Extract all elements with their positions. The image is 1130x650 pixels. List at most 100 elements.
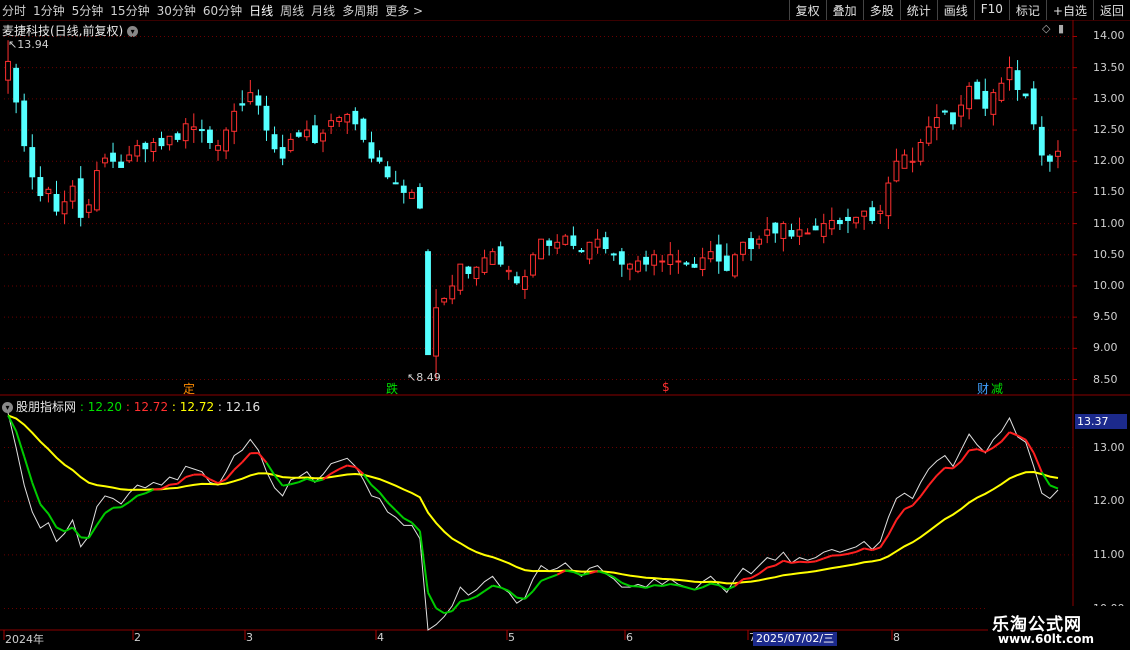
candle-body xyxy=(433,307,440,357)
candle-body xyxy=(215,145,221,151)
indicator-fast-segment xyxy=(992,440,1003,449)
candle-body xyxy=(449,285,456,300)
indicator-fast-segment xyxy=(710,582,719,587)
indicator-fast-segment xyxy=(540,576,550,582)
event-marker[interactable]: 跌 xyxy=(386,380,398,397)
indicator-value-0: : 12.20 xyxy=(76,400,123,414)
indicator-title[interactable]: ▾ 股朋指标网 : 12.20 : 12.72 : 12.72 : 12.16 xyxy=(2,398,260,415)
candle-body xyxy=(950,112,956,125)
candle-body xyxy=(562,235,569,245)
period-tab-1[interactable]: 1分钟 xyxy=(33,2,65,19)
diamond-icon[interactable]: ◇ xyxy=(1042,22,1050,35)
action-button-8[interactable]: 返回 xyxy=(1092,0,1130,20)
indicator-fast-segment xyxy=(670,583,679,587)
candle-body xyxy=(836,220,843,225)
candle-body xyxy=(723,255,730,271)
event-marker[interactable]: 减 xyxy=(991,380,1003,397)
candle-body xyxy=(804,232,811,235)
indicator-fast-segment xyxy=(524,590,534,600)
indicator-fast-segment xyxy=(895,508,906,521)
candle-body xyxy=(295,132,302,137)
indicator-fast-segment xyxy=(823,554,833,560)
period-tab-2[interactable]: 5分钟 xyxy=(72,2,104,19)
action-button-3[interactable]: 统计 xyxy=(899,0,937,20)
candle-body xyxy=(231,110,238,132)
indicator-fast-segment xyxy=(144,488,154,495)
candle-body xyxy=(643,256,649,265)
period-tab-5[interactable]: 60分钟 xyxy=(203,2,242,19)
indicator-fast-segment xyxy=(678,584,687,589)
indicator-fast-segment xyxy=(71,526,82,539)
indicator-fast-segment xyxy=(290,481,300,486)
action-button-1[interactable]: 叠加 xyxy=(825,0,863,20)
indicator-fast-segment xyxy=(783,559,792,564)
candle-body xyxy=(602,237,609,250)
action-button-2[interactable]: 多股 xyxy=(862,0,900,20)
time-tick-label: 3 xyxy=(246,631,253,644)
candle-body xyxy=(102,157,108,164)
candle-body xyxy=(279,147,286,159)
indicator-fast-segment xyxy=(952,460,962,470)
indicator-fast-segment xyxy=(613,576,623,584)
candle-body xyxy=(554,241,561,249)
indicator-fast-segment xyxy=(960,449,970,462)
indicator-fast-segment xyxy=(911,495,922,507)
indicator-fast-segment xyxy=(968,448,978,452)
period-tab-8[interactable]: 月线 xyxy=(311,2,335,19)
candle-body xyxy=(174,133,181,140)
candle-body xyxy=(715,244,722,262)
indicator-fast-segment xyxy=(887,519,898,536)
candle-body xyxy=(21,100,28,147)
action-button-0[interactable]: 复权 xyxy=(788,0,826,20)
action-button-5[interactable]: F10 xyxy=(973,0,1009,20)
indicator-fast-segment xyxy=(847,550,857,555)
candle-mode-icon[interactable]: ▮ xyxy=(1058,22,1064,35)
candle-body xyxy=(546,240,553,246)
indicator-fast-segment xyxy=(936,467,946,477)
candle-body xyxy=(158,137,165,147)
event-marker[interactable]: 定 xyxy=(183,380,195,397)
stock-title[interactable]: 麦捷科技(日线,前复权) ▾ xyxy=(2,22,139,39)
price-tick-label: 9.50 xyxy=(1093,310,1118,324)
action-button-4[interactable]: 画线 xyxy=(936,0,974,20)
candle-body xyxy=(1046,155,1053,162)
watermark: 乐淘公式网 www.60lt.com xyxy=(988,606,1130,650)
indicator-fast-segment xyxy=(169,482,178,486)
action-button-7[interactable]: +自选 xyxy=(1045,0,1093,20)
candle-body xyxy=(869,207,876,221)
period-tab-3[interactable]: 15分钟 xyxy=(110,2,149,19)
indicator-fast-segment xyxy=(47,513,58,528)
indicator-fast-segment xyxy=(322,472,332,481)
indicator-fast-segment xyxy=(565,569,574,573)
indicator-fast-segment xyxy=(589,570,598,575)
indicator-fast-segment xyxy=(750,572,760,579)
period-tab-7[interactable]: 周线 xyxy=(280,2,304,19)
indicator-fast-segment xyxy=(1024,439,1035,454)
candle-body xyxy=(263,105,270,131)
action-button-6[interactable]: 标记 xyxy=(1008,0,1046,20)
period-tab-9[interactable]: 多周期 xyxy=(342,2,378,19)
period-tab-4[interactable]: 30分钟 xyxy=(157,2,196,19)
indicator-fast-segment xyxy=(354,466,365,475)
event-marker[interactable]: 财 xyxy=(977,380,989,397)
chevron-down-icon[interactable]: ▾ xyxy=(127,26,139,37)
indicator-fast-segment xyxy=(597,570,606,575)
candle-body xyxy=(788,230,795,237)
candle-body xyxy=(360,118,367,140)
indicator-fast-segment xyxy=(273,474,284,487)
candle-body xyxy=(748,238,754,250)
chevron-down-icon[interactable]: ▾ xyxy=(2,402,13,413)
price-tick-label: 12.50 xyxy=(1093,123,1125,137)
indicator-fast-segment xyxy=(629,584,639,588)
candle-body xyxy=(417,187,423,209)
candle-body xyxy=(917,142,924,162)
period-tab-6[interactable]: 日线 xyxy=(249,2,273,19)
candle-body xyxy=(667,254,674,265)
indicator-fast-segment xyxy=(39,503,50,515)
indicator-fast-segment xyxy=(96,512,106,526)
period-tab-0[interactable]: 分时 xyxy=(2,2,26,19)
indicator-values: : 12.20 : 12.72 : 12.72 : 12.16 xyxy=(76,400,260,414)
event-marker[interactable]: $ xyxy=(662,380,670,394)
period-tab-10[interactable]: 更多 > xyxy=(385,2,423,19)
stock-chart[interactable] xyxy=(0,0,1130,650)
